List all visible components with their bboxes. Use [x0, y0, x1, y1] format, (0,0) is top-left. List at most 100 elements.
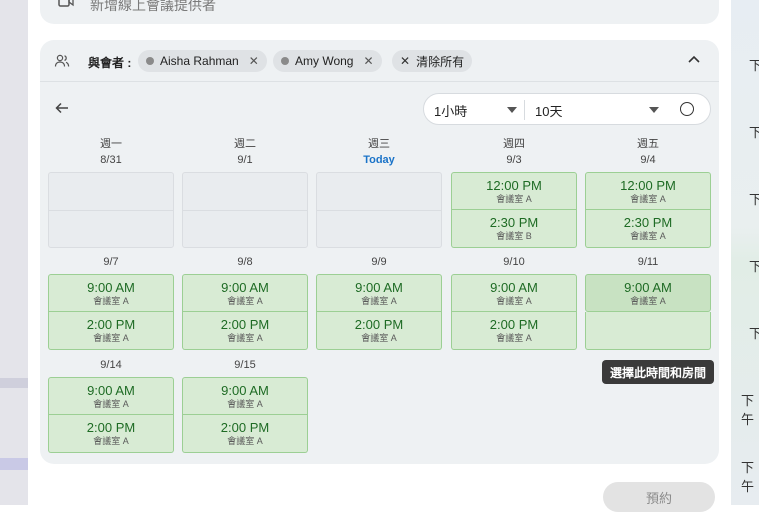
slot-time: 2:00 PM — [86, 420, 136, 435]
slot-room: 會議室 A — [361, 333, 397, 343]
cell-divider — [183, 210, 307, 211]
slot-time: 2:00 PM — [489, 317, 539, 332]
time-slot[interactable]: 2:30 PM 會議室 A — [585, 210, 711, 248]
attendee-name: Amy Wong — [295, 54, 354, 68]
clear-icon: ✕ — [400, 54, 411, 68]
date-label: 9/15 — [234, 359, 256, 371]
add-online-meeting-provider-label: 新增線上會議提供者 — [90, 0, 216, 13]
chevron-up-icon[interactable] — [686, 52, 702, 68]
slot-time: 2:00 PM — [86, 317, 136, 332]
chevron-down-icon[interactable] — [649, 107, 659, 113]
slot-room: 會議室 A — [630, 295, 666, 306]
empty-day-cell — [316, 172, 442, 248]
date-label: 9/9 — [371, 256, 387, 268]
remove-attendee-icon[interactable]: ✕ — [363, 54, 373, 68]
slot-room: 會議室 A — [496, 333, 532, 343]
slot-placeholder — [585, 312, 711, 350]
attendees-label: 與會者 : — [88, 56, 132, 70]
video-camera-icon — [58, 0, 74, 11]
time-slot[interactable]: 9:00 AM 會議室 A — [182, 274, 308, 312]
time-slot[interactable]: 2:00 PM 會議室 A — [182, 415, 308, 453]
slot-room: 會議室 A — [227, 295, 263, 306]
date-label: 9/14 — [100, 359, 122, 371]
attendee-bar: 與會者 : Aisha Rahman ✕ Amy Wong ✕ ✕ 清除所有 — [40, 40, 719, 82]
backdrop-streak — [0, 378, 28, 388]
time-slot[interactable]: 2:00 PM 會議室 A — [182, 312, 308, 350]
slot-room: 會議室 A — [630, 231, 666, 241]
background-label: 下 — [749, 259, 759, 274]
slot-tooltip: 選擇此時間和房間 — [602, 360, 715, 384]
chevron-down-icon[interactable] — [507, 107, 517, 113]
slot-time: 9:00 AM — [624, 279, 672, 295]
slot-time: 9:00 AM — [355, 279, 403, 295]
time-slot[interactable]: 9:00 AM 會議室 A — [316, 274, 442, 312]
today-label: Today — [363, 154, 395, 166]
availability-scheduler: 與會者 : Aisha Rahman ✕ Amy Wong ✕ ✕ 清除所有 1… — [40, 40, 719, 464]
time-slot[interactable]: 9:00 AM 會議室 A — [585, 274, 711, 312]
time-slot[interactable]: 12:00 PM 會議室 A — [451, 172, 577, 210]
empty-day-cell — [182, 172, 308, 248]
slot-room: 會議室 A — [93, 295, 129, 306]
presence-dot-icon — [281, 57, 289, 65]
page-backdrop-left — [0, 0, 28, 505]
slot-room: 會議室 A — [227, 398, 263, 409]
attendee-chip[interactable]: Aisha Rahman ✕ — [138, 50, 267, 72]
time-slot[interactable]: 9:00 AM 會議室 A — [48, 274, 174, 312]
background-label: 下 — [749, 326, 759, 341]
slot-time: 9:00 AM — [221, 279, 269, 295]
time-slot[interactable]: 2:00 PM 會議室 A — [451, 312, 577, 350]
time-slot[interactable]: 2:00 PM 會議室 A — [316, 312, 442, 350]
attendee-chip[interactable]: Amy Wong ✕ — [273, 50, 382, 72]
time-slot[interactable]: 2:00 PM 會議室 A — [48, 415, 174, 453]
date-label: 9/11 — [637, 256, 659, 268]
background-label: 下 — [749, 58, 759, 73]
slot-room: 會議室 A — [227, 333, 263, 343]
slot-time: 9:00 AM — [221, 382, 269, 398]
page-backdrop-right: 下 下 下 下 下 下午 下午 — [731, 0, 759, 505]
remove-attendee-icon[interactable]: ✕ — [249, 54, 259, 68]
background-label: 下 — [749, 192, 759, 207]
people-icon — [54, 54, 70, 67]
weekday-header: 週一 — [100, 138, 122, 150]
slot-time: 9:00 AM — [490, 279, 538, 295]
time-slot[interactable]: 12:00 PM 會議室 A — [585, 172, 711, 210]
slot-room: 會議室 A — [93, 398, 129, 409]
date-label: 8/31 — [100, 154, 122, 166]
presence-dot-icon — [146, 57, 154, 65]
slot-room: 會議室 B — [496, 231, 532, 241]
arrow-left-icon[interactable] — [54, 100, 70, 116]
book-button[interactable]: 預約 — [603, 482, 715, 512]
clear-all-button[interactable]: ✕ 清除所有 — [392, 50, 473, 72]
slot-room: 會議室 A — [227, 436, 263, 446]
slot-time: 2:30 PM — [489, 215, 539, 230]
scheduler-controls: 1小時 10天 — [423, 93, 711, 125]
slot-time: 12:00 PM — [620, 177, 676, 193]
slot-time: 2:00 PM — [220, 420, 270, 435]
background-label: 下 — [749, 125, 759, 140]
slot-time: 2:00 PM — [354, 317, 404, 332]
cell-divider — [49, 210, 173, 211]
empty-day-cell — [48, 172, 174, 248]
cell-divider — [317, 210, 441, 211]
time-slot[interactable]: 2:00 PM 會議室 A — [48, 312, 174, 350]
range-select[interactable]: 10天 — [535, 101, 562, 120]
slot-time: 12:00 PM — [486, 177, 542, 193]
slot-time: 2:00 PM — [220, 317, 270, 332]
slot-room: 會議室 A — [361, 295, 397, 306]
attendee-name: Aisha Rahman — [160, 54, 239, 68]
weekday-header: 週三 — [368, 138, 390, 150]
slot-room: 會議室 A — [93, 333, 129, 343]
slot-room: 會議室 A — [496, 295, 532, 306]
slot-room: 會議室 A — [93, 436, 129, 446]
online-meeting-provider-row[interactable]: 新增線上會議提供者 — [40, 0, 719, 24]
time-slot[interactable]: 9:00 AM 會議室 A — [451, 274, 577, 312]
duration-select[interactable]: 1小時 — [434, 101, 467, 120]
time-slot[interactable]: 9:00 AM 會議室 A — [48, 377, 174, 415]
slot-room: 會議室 A — [496, 193, 532, 204]
time-slot[interactable]: 9:00 AM 會議室 A — [182, 377, 308, 415]
circle-toggle-icon[interactable] — [680, 102, 694, 116]
date-label: 9/4 — [640, 154, 656, 166]
time-slot[interactable]: 2:30 PM 會議室 B — [451, 210, 577, 248]
slot-time: 9:00 AM — [87, 279, 135, 295]
scheduling-dialog: 新增線上會議提供者 與會者 : Aisha Rahman ✕ Amy Wong … — [28, 0, 731, 512]
